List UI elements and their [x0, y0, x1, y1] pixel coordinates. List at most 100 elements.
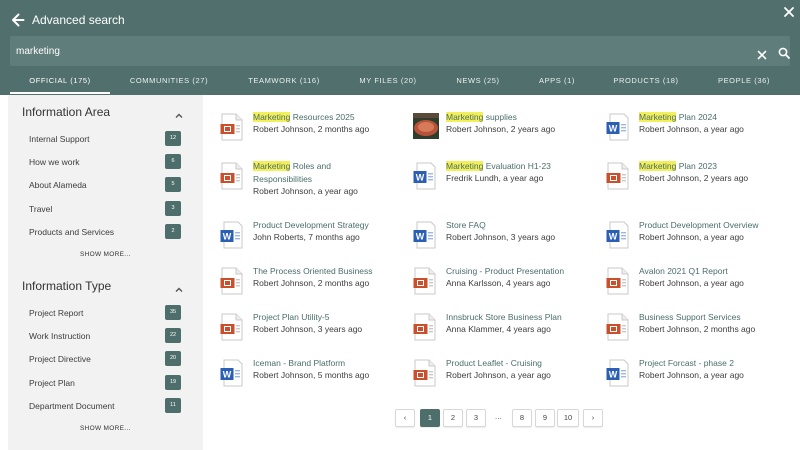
result-title-link[interactable]: Marketing Resources 2025	[253, 111, 355, 124]
result-meta: Anna Karlsson, 4 years ago	[446, 278, 551, 288]
facet-label: Department Document	[29, 401, 115, 411]
search-highlight: Marketing	[253, 112, 291, 122]
facet-project-directive[interactable]: Project Directive 20	[29, 351, 181, 367]
result-title-link[interactable]: Marketing Plan 2023	[639, 160, 717, 173]
facet-label: Project Plan	[29, 378, 75, 388]
facet-count: 19	[165, 375, 181, 390]
clear-icon[interactable]	[757, 47, 767, 60]
result-item[interactable]: Marketing Resources 2025 Robert Johnson, …	[220, 111, 400, 151]
result-title-link[interactable]: Business Support Services	[639, 311, 741, 324]
result-title-link[interactable]: Cruising - Product Presentation	[446, 265, 564, 278]
result-meta: John Roberts, 7 months ago	[253, 232, 360, 242]
result-title-link[interactable]: Product Development Strategy	[253, 219, 369, 232]
result-item[interactable]: Project Plan Utility-5 Robert Johnson, 3 …	[220, 311, 400, 351]
word-icon: W	[220, 359, 244, 387]
svg-text:W: W	[609, 370, 618, 380]
tab-my-files[interactable]: MY FILES (20)	[348, 70, 428, 94]
result-title-link[interactable]: Iceman - Brand Platform	[253, 357, 345, 370]
result-title-text: Product Leaflet - Cruising	[446, 358, 542, 368]
page-3-button[interactable]: 3	[466, 409, 486, 427]
result-item[interactable]: W Iceman - Brand Platform Robert Johnson, …	[220, 357, 400, 397]
svg-text:W: W	[416, 173, 425, 183]
result-item[interactable]: The Process Oriented Business Robert John…	[220, 265, 400, 305]
arrow-left-icon[interactable]	[10, 12, 26, 28]
facet-label: Work Instruction	[29, 331, 91, 341]
facet-project-report[interactable]: Project Report 35	[29, 305, 181, 321]
result-title-link[interactable]: Marketing Roles and Responsibilities	[253, 160, 373, 186]
tab-official[interactable]: OFFICIAL (175)	[10, 70, 110, 94]
show-more-button[interactable]: SHOW MORE...	[80, 425, 131, 432]
page-9-button[interactable]: 9	[535, 409, 555, 427]
result-title-link[interactable]: Product Development Overview	[639, 219, 759, 232]
result-title-link[interactable]: Avalon 2021 Q1 Report	[639, 265, 728, 278]
facet-count: 12	[165, 131, 181, 146]
facet-products-and-services[interactable]: Products and Services 2	[29, 224, 181, 240]
tab-communities[interactable]: COMMUNITIES (27)	[120, 70, 218, 94]
result-title-link[interactable]: Project Plan Utility-5	[253, 311, 330, 324]
back-to-search[interactable]: Advanced search	[10, 8, 125, 32]
svg-text:W: W	[416, 232, 425, 242]
result-item[interactable]: Avalon 2021 Q1 Report Robert Johnson, a y…	[606, 265, 786, 305]
next-page-button[interactable]: ›	[583, 409, 603, 427]
tab-news[interactable]: NEWS (25)	[446, 70, 510, 94]
facet-travel[interactable]: Travel 3	[29, 201, 181, 217]
result-item[interactable]: W Marketing Evaluation H1-23 Fredrik Lundh…	[413, 160, 593, 200]
result-title-link[interactable]: Project Forcast - phase 2	[639, 357, 734, 370]
result-item[interactable]: Marketing Plan 2023 Robert Johnson, 2 yea…	[606, 160, 786, 200]
page-10-button[interactable]: 10	[557, 409, 579, 427]
result-meta: Robert Johnson, 2 years ago	[446, 124, 556, 134]
tab-apps[interactable]: APPS (1)	[528, 70, 586, 94]
section-title-information-type[interactable]: Information Type	[22, 279, 111, 293]
result-title-link[interactable]: Product Leaflet - Cruising	[446, 357, 542, 370]
result-item[interactable]: W Product Development Overview Robert John…	[606, 219, 786, 259]
word-icon: W	[220, 221, 244, 249]
result-title-link[interactable]: Marketing Evaluation H1-23	[446, 160, 551, 173]
result-item[interactable]: W Store FAQ Robert Johnson, 3 years ago	[413, 219, 593, 259]
facet-work-instruction[interactable]: Work Instruction 22	[29, 328, 181, 344]
result-item[interactable]: W Marketing Plan 2024 Robert Johnson, a ye…	[606, 111, 786, 151]
result-item[interactable]: W Project Forcast - phase 2 Robert Johnson…	[606, 357, 786, 397]
search-input[interactable]	[16, 42, 716, 60]
chevron-up-icon[interactable]	[174, 282, 184, 292]
page-8-button[interactable]: 8	[512, 409, 532, 427]
word-icon: W	[606, 221, 630, 249]
close-icon[interactable]	[783, 5, 795, 17]
tab-products[interactable]: PRODUCTS (18)	[606, 70, 686, 94]
result-title-link[interactable]: Marketing supplies	[446, 111, 517, 124]
result-title-text: The Process Oriented Business	[253, 266, 373, 276]
result-meta: Robert Johnson, 2 months ago	[253, 124, 370, 134]
result-title-text: Store FAQ	[446, 220, 486, 230]
result-meta: Robert Johnson, a year ago	[639, 232, 744, 242]
search-icon[interactable]	[778, 46, 790, 59]
result-title-link[interactable]: The Process Oriented Business	[253, 265, 373, 278]
result-title-link[interactable]: Innsbruck Store Business Plan	[446, 311, 562, 324]
section-title-information-area[interactable]: Information Area	[22, 105, 110, 119]
facet-internal-support[interactable]: Internal Support 12	[29, 131, 181, 147]
result-item[interactable]: Innsbruck Store Business Plan Anna Klamme…	[413, 311, 593, 351]
prev-page-button[interactable]: ‹	[395, 409, 415, 427]
result-item[interactable]: W Product Development Strategy John Robert…	[220, 219, 400, 259]
page-2-button[interactable]: 2	[443, 409, 463, 427]
word-icon: W	[413, 162, 437, 190]
tab-teamwork[interactable]: TEAMWORK (116)	[236, 70, 332, 94]
result-item[interactable]: Marketing Roles and Responsibilities Robe…	[220, 160, 400, 200]
ppt-icon	[413, 313, 437, 341]
show-more-button[interactable]: SHOW MORE...	[80, 251, 131, 258]
facet-department-document[interactable]: Department Document 11	[29, 398, 181, 414]
facet-how-we-work[interactable]: How we work 6	[29, 154, 181, 170]
result-item[interactable]: Marketing supplies Robert Johnson, 2 year…	[413, 111, 593, 151]
result-title-text: Cruising - Product Presentation	[446, 266, 565, 276]
svg-text:W: W	[223, 232, 232, 242]
tab-people[interactable]: PEOPLE (36)	[708, 70, 780, 94]
chevron-up-icon[interactable]	[174, 108, 184, 118]
result-title-link[interactable]: Marketing Plan 2024	[639, 111, 717, 124]
result-title-text: Product Development Strategy	[253, 220, 369, 230]
result-title-link[interactable]: Store FAQ	[446, 219, 486, 232]
facet-project-plan[interactable]: Project Plan 19	[29, 375, 181, 391]
result-item[interactable]: Cruising - Product Presentation Anna Karl…	[413, 265, 593, 305]
page-1-button[interactable]: 1	[420, 409, 440, 427]
facet-about-alameda[interactable]: About Alameda 5	[29, 177, 181, 193]
result-item[interactable]: Business Support Services Robert Johnson,…	[606, 311, 786, 351]
result-meta: Robert Johnson, a year ago	[639, 370, 744, 380]
result-item[interactable]: Product Leaflet - Cruising Robert Johnson…	[413, 357, 593, 397]
